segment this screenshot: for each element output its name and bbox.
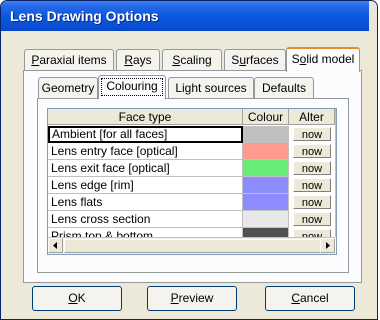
colour-swatch[interactable]: [243, 160, 289, 177]
tab-defaults[interactable]: Defaults: [254, 77, 314, 98]
colour-swatch[interactable]: [243, 126, 289, 143]
horizontal-scroll-thumb[interactable]: [64, 239, 322, 253]
header-alter[interactable]: Alter: [289, 109, 335, 125]
alter-cell: now: [289, 211, 335, 228]
scroll-left-button[interactable]: [48, 238, 63, 253]
face-name-cell[interactable]: Lens flats: [48, 194, 243, 211]
face-name-cell[interactable]: Lens edge [rim]: [48, 177, 243, 194]
cancel-button[interactable]: Cancel: [265, 286, 355, 311]
scroll-up-button[interactable]: [336, 109, 337, 124]
title-bar-edge: [369, 1, 377, 31]
alter-now-button[interactable]: now: [293, 144, 331, 158]
table-row[interactable]: Lens cross section now: [48, 211, 331, 228]
tab-paraxial-items[interactable]: Paraxial items: [24, 49, 114, 70]
colour-swatch[interactable]: [243, 143, 289, 160]
scroll-right-button[interactable]: [320, 238, 335, 253]
face-name-cell[interactable]: Lens entry face [optical]: [48, 143, 243, 160]
title-bar[interactable]: Lens Drawing Options: [1, 1, 377, 31]
alter-now-button[interactable]: now: [293, 212, 331, 226]
face-name-cell[interactable]: Ambient [for all faces]: [48, 126, 243, 143]
table-row[interactable]: Lens exit face [optical] now: [48, 160, 331, 177]
alter-cell: now: [289, 126, 335, 143]
table-row[interactable]: Lens entry face [optical] now: [48, 143, 331, 160]
header-face-type[interactable]: Face type: [48, 109, 243, 125]
alter-cell: now: [289, 194, 335, 211]
header-colour[interactable]: Colour: [243, 109, 289, 125]
colour-swatch[interactable]: [243, 194, 289, 211]
alter-cell: now: [289, 160, 335, 177]
alter-now-button[interactable]: now: [293, 195, 331, 209]
tab-light-sources[interactable]: Light sources: [168, 77, 254, 98]
dialog-window: Lens Drawing Options Paraxial items Rays…: [0, 0, 378, 320]
alter-now-button[interactable]: now: [293, 127, 331, 141]
colour-swatch[interactable]: [243, 211, 289, 228]
window-title: Lens Drawing Options: [10, 8, 159, 24]
table-row[interactable]: Ambient [for all faces] now: [48, 126, 331, 143]
scroll-down-button[interactable]: [336, 222, 337, 237]
colour-swatch[interactable]: [243, 177, 289, 194]
table-row[interactable]: Lens edge [rim] now: [48, 177, 331, 194]
horizontal-scrollbar[interactable]: [48, 237, 335, 254]
arrow-right-icon: [326, 242, 330, 249]
alter-now-button[interactable]: now: [293, 161, 331, 175]
tab-geometry[interactable]: Geometry: [38, 77, 98, 98]
preview-button[interactable]: Preview: [147, 286, 237, 311]
ok-button[interactable]: OK: [32, 286, 122, 311]
tab-solid-model[interactable]: Solid model: [286, 47, 360, 72]
alter-now-button[interactable]: now: [293, 178, 331, 192]
face-name-cell[interactable]: Lens exit face [optical]: [48, 160, 243, 177]
tab-colouring[interactable]: Colouring: [98, 75, 166, 99]
vertical-scrollbar[interactable]: [335, 109, 337, 237]
face-name-cell[interactable]: Lens cross section: [48, 211, 243, 228]
tab-surfaces[interactable]: Surfaces: [224, 49, 286, 70]
alter-cell: now: [289, 143, 335, 160]
face-colour-grid[interactable]: Face type Colour Alter Ambient [for all …: [47, 108, 337, 255]
tab-scaling[interactable]: Scaling: [162, 49, 222, 70]
tab-rays[interactable]: Rays: [116, 49, 160, 70]
alter-cell: now: [289, 177, 335, 194]
arrow-left-icon: [53, 242, 57, 249]
table-row[interactable]: Lens flats now: [48, 194, 331, 211]
